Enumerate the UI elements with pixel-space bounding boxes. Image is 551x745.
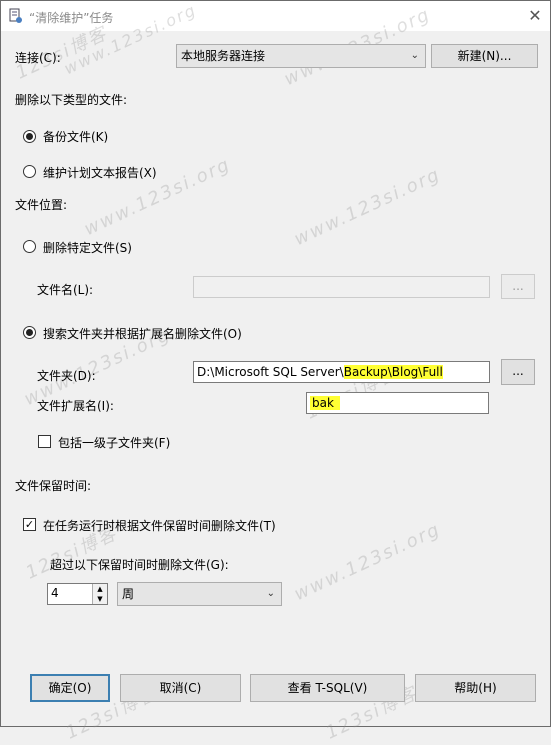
stepper-down-icon[interactable]: ▼ bbox=[92, 594, 107, 604]
window-title: “清除维护”任务 bbox=[29, 11, 114, 25]
backup-files-label: 备份文件(K) bbox=[43, 130, 109, 144]
app-icon bbox=[9, 8, 22, 23]
view-tsql-button[interactable]: 查看 T-SQL(V) bbox=[250, 674, 405, 702]
retention-unit-dropdown[interactable]: 周 ⌄ bbox=[117, 582, 282, 606]
chevron-down-icon: ⌄ bbox=[266, 588, 275, 599]
close-icon[interactable]: ✕ bbox=[526, 7, 544, 25]
search-folder-label: 搜索文件夹并根据扩展名删除文件(O) bbox=[43, 327, 242, 341]
chevron-down-icon: ⌄ bbox=[410, 50, 419, 61]
title-bar: “清除维护”任务 ✕ bbox=[1, 1, 550, 31]
cancel-button[interactable]: 取消(C) bbox=[120, 674, 241, 702]
delete-types-heading: 删除以下类型的文件: bbox=[15, 93, 128, 107]
connection-label: 连接(C): bbox=[15, 51, 61, 65]
extension-field[interactable]: bak bbox=[306, 392, 489, 414]
new-connection-button[interactable]: 新建(N)... bbox=[431, 44, 538, 68]
extension-label: 文件扩展名(I): bbox=[37, 399, 114, 413]
connection-selected: 本地服务器连接 bbox=[181, 49, 266, 63]
folder-label: 文件夹(D): bbox=[37, 369, 96, 383]
delete-by-age-label: 在任务运行时根据文件保留时间删除文件(T) bbox=[43, 519, 276, 533]
older-than-label: 超过以下保留时间时删除文件(G): bbox=[50, 558, 229, 572]
browse-file-button[interactable]: ... bbox=[501, 274, 535, 299]
delete-by-age-checkbox[interactable]: ✓ bbox=[23, 518, 36, 531]
browse-folder-button[interactable]: ... bbox=[501, 359, 535, 385]
filename-label: 文件名(L): bbox=[37, 283, 94, 297]
folder-path-prefix: D:\Microsoft SQL Server\ bbox=[197, 365, 344, 379]
include-subfolders-checkbox[interactable] bbox=[38, 435, 51, 448]
report-files-label: 维护计划文本报告(X) bbox=[43, 166, 157, 180]
retention-heading: 文件保留时间: bbox=[15, 479, 92, 493]
include-subfolders-label: 包括一级子文件夹(F) bbox=[58, 436, 171, 450]
specific-file-label: 删除特定文件(S) bbox=[43, 241, 132, 255]
retention-number-value: 4 bbox=[51, 586, 59, 600]
watermark-text: www.123si.org bbox=[291, 518, 445, 606]
extension-value: bak bbox=[310, 396, 340, 410]
specific-file-radio[interactable] bbox=[23, 240, 36, 253]
report-files-radio[interactable] bbox=[23, 165, 36, 178]
ok-button[interactable]: 确定(O) bbox=[30, 674, 110, 702]
maintenance-cleanup-dialog: “清除维护”任务 ✕ 123si博客 www.123si.org www.123… bbox=[0, 0, 551, 744]
help-button[interactable]: 帮助(H) bbox=[415, 674, 536, 702]
connection-dropdown[interactable]: 本地服务器连接 ⌄ bbox=[176, 44, 426, 68]
folder-path-highlight: Backup\Blog\Full bbox=[343, 365, 443, 379]
stepper-up-icon[interactable]: ▲ bbox=[92, 584, 107, 594]
retention-unit-selected: 周 bbox=[122, 587, 135, 601]
backup-files-radio[interactable] bbox=[23, 130, 36, 143]
filename-field[interactable] bbox=[193, 276, 490, 298]
watermark-text: www.123si.org bbox=[291, 163, 445, 251]
search-folder-radio[interactable] bbox=[23, 326, 36, 339]
folder-path-field[interactable]: D:\Microsoft SQL Server\Backup\Blog\Full bbox=[193, 361, 490, 383]
file-location-heading: 文件位置: bbox=[15, 198, 68, 212]
retention-number-stepper[interactable]: 4 ▲ ▼ bbox=[47, 583, 108, 605]
